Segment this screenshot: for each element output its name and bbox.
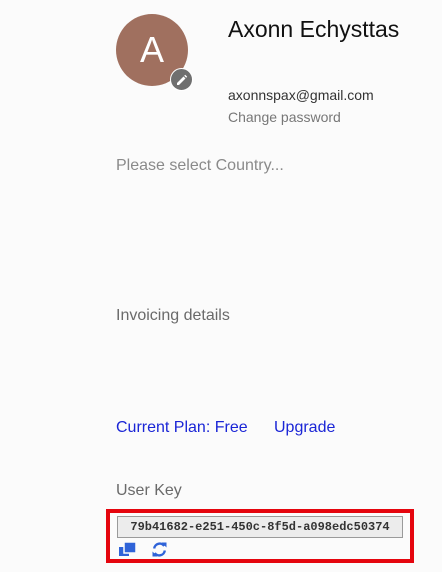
user-name: Axonn Echysttas	[228, 16, 400, 42]
edit-avatar-button[interactable]	[170, 68, 193, 91]
change-password-link[interactable]: Change password	[228, 109, 341, 125]
invoicing-details-heading: Invoicing details	[116, 307, 230, 324]
refresh-icon[interactable]	[151, 541, 168, 558]
country-select[interactable]: Please select Country...	[116, 157, 284, 175]
copy-icon[interactable]	[119, 542, 137, 556]
user-key-field[interactable]: 79b41682-e251-450c-8f5d-a098edc50374	[117, 516, 403, 538]
user-email: axonnspax@gmail.com	[228, 87, 374, 103]
pencil-icon	[176, 74, 187, 85]
current-plan-link[interactable]: Current Plan: Free	[116, 419, 248, 437]
avatar-initial: A	[139, 29, 164, 70]
upgrade-link[interactable]: Upgrade	[274, 419, 335, 437]
user-key-label: User Key	[116, 482, 182, 499]
user-key-value: 79b41682-e251-450c-8f5d-a098edc50374	[130, 520, 390, 534]
